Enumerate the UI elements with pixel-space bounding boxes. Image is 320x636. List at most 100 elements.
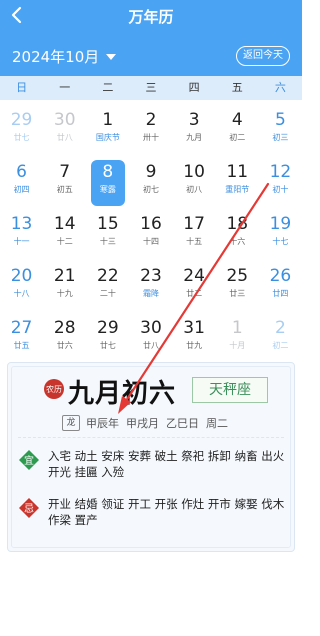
day-number: 22 — [97, 266, 119, 286]
back-to-today-button[interactable]: 返回今天 — [236, 46, 290, 66]
calendar-day[interactable]: 30 廿八 — [129, 312, 172, 364]
day-cell-inner: 15 十三 — [91, 212, 125, 258]
header-bar: 万年历 2024年10月 返回今天 — [0, 0, 302, 76]
day-cell-inner: 18 十六 — [220, 212, 254, 258]
day-number: 15 — [97, 214, 119, 234]
calendar-day[interactable]: 1 国庆节 — [86, 104, 129, 156]
ganzhi-row: 龙 甲辰年 甲戌月 乙巳日 周二 — [62, 415, 235, 431]
page-title: 万年历 — [128, 8, 174, 26]
lunar-day: 十四 — [142, 237, 159, 246]
day-cell-inner: 19 十七 — [263, 212, 297, 258]
calendar-day[interactable]: 2 卅十 — [129, 104, 172, 156]
day-cell-inner: 26 廿四 — [263, 264, 297, 310]
day-cell-inner: 2 卅十 — [134, 108, 168, 154]
day-number: 11 — [226, 162, 249, 182]
calendar-day[interactable]: 21 十九 — [43, 260, 86, 312]
lunar-day: 十八 — [13, 289, 30, 298]
day-number: 30 — [53, 110, 76, 130]
day-number: 8 — [102, 162, 114, 182]
calendar-day[interactable]: 2 初二 — [259, 312, 302, 364]
day-cell-inner: 6 初四 — [5, 160, 39, 206]
day-number: 30 — [140, 318, 162, 338]
calendar-day[interactable]: 3 九月 — [173, 104, 216, 156]
calendar-day[interactable]: 4 初二 — [216, 104, 259, 156]
month-picker[interactable]: 2024年10月 — [12, 46, 117, 67]
lunar-day: 廿二 — [186, 289, 203, 298]
lunar-day: 寒露 — [99, 185, 116, 194]
day-number: 2 — [145, 110, 157, 130]
day-number: 3 — [188, 110, 200, 130]
weekday-header: 日 一 二 三 四 五 六 — [0, 76, 302, 100]
calendar-day[interactable]: 5 初三 — [259, 104, 302, 156]
day-number: 10 — [183, 162, 205, 182]
ji-label: 忌 — [24, 503, 34, 515]
calendar-day[interactable]: 23 霜降 — [129, 260, 172, 312]
day-number: 16 — [140, 214, 162, 234]
lunar-day: 初二 — [229, 133, 246, 142]
calendar-day[interactable]: 24 廿二 — [173, 260, 216, 312]
calendar-day[interactable]: 12 初十 — [259, 156, 302, 208]
day-cell-inner: 13 十一 — [5, 212, 39, 258]
calendar-day[interactable]: 27 廿五 — [0, 312, 43, 364]
calendar-day[interactable]: 1 十月 — [216, 312, 259, 364]
day-number: 1 — [231, 318, 243, 338]
day-cell-inner: 29 廿七 — [91, 316, 125, 362]
calendar-day[interactable]: 14 十二 — [43, 208, 86, 260]
calendar-day[interactable]: 9 初七 — [129, 156, 172, 208]
calendar-day[interactable]: 26 廿四 — [259, 260, 302, 312]
day-cell-inner: 8 寒露 — [90, 160, 125, 206]
calendar-day[interactable]: 25 廿三 — [216, 260, 259, 312]
day-number: 13 — [10, 214, 33, 234]
lunar-day: 廿三 — [229, 289, 246, 298]
day-cell-inner: 31 廿九 — [177, 316, 211, 362]
day-cell-inner: 3 九月 — [177, 108, 211, 154]
lunar-day: 廿八 — [142, 341, 159, 350]
lunar-day: 十三 — [99, 237, 116, 246]
month-ganzhi: 甲戌月 — [126, 417, 159, 430]
weekday-sat: 六 — [274, 81, 286, 94]
calendar-day-selected[interactable]: 8 寒露 — [86, 156, 129, 208]
calendar-day[interactable]: 31 廿九 — [173, 312, 216, 364]
calendar-day[interactable]: 29 廿七 — [86, 312, 129, 364]
calendar-day[interactable]: 30 廿八 — [43, 104, 86, 156]
calendar-week-row: 13 十一 14 十二 15 十三 16 十四 17 十五 18 十六 19 十七 — [0, 208, 302, 260]
calendar-day[interactable]: 13 十一 — [0, 208, 43, 260]
calendar-week-row: 6 初四 7 初五 8 寒露 9 初七 10 初八 11 重阳节 12 初十 — [0, 156, 302, 208]
calendar-day[interactable]: 15 十三 — [86, 208, 129, 260]
day-cell-inner: 29 廿七 — [5, 108, 39, 154]
lunar-day: 初四 — [13, 185, 30, 194]
calendar-day[interactable]: 28 廿六 — [43, 312, 86, 364]
calendar-day[interactable]: 11 重阳节 — [216, 156, 259, 208]
calendar-day[interactable]: 16 十四 — [129, 208, 172, 260]
calendar-day[interactable]: 10 初八 — [173, 156, 216, 208]
day-detail-card: 农历 九月初六 天秤座 龙 甲辰年 甲戌月 乙巳日 周二 宜 入宅 动土 安床 … — [7, 362, 295, 552]
lunar-day: 卅十 — [142, 133, 159, 142]
yi-seal-icon: 宜 — [19, 450, 39, 470]
calendar-day[interactable]: 19 十七 — [259, 208, 302, 260]
weekday-wed: 三 — [145, 81, 157, 94]
calendar-day[interactable]: 7 初五 — [43, 156, 86, 208]
calendar-week-row: 29 廿七 30 廿八 1 国庆节 2 卅十 3 九月 4 初二 5 初三 — [0, 104, 302, 156]
day-cell-inner: 20 十八 — [5, 264, 39, 310]
day-number: 28 — [53, 318, 76, 338]
calendar-day[interactable]: 17 十五 — [173, 208, 216, 260]
lunar-day: 十月 — [229, 341, 246, 350]
calendar-day[interactable]: 6 初四 — [0, 156, 43, 208]
calendar-day[interactable]: 18 十六 — [216, 208, 259, 260]
day-cell-inner: 7 初五 — [48, 160, 82, 206]
day-number: 5 — [274, 110, 286, 130]
calendar-week-row: 27 廿五 28 廿六 29 廿七 30 廿八 31 廿九 1 十月 2 初二 — [0, 312, 302, 364]
day-number: 31 — [183, 318, 205, 338]
calendar-day[interactable]: 29 廿七 — [0, 104, 43, 156]
calendar-day[interactable]: 22 二十 — [86, 260, 129, 312]
lunar-day: 十二 — [56, 237, 73, 246]
calendar-day[interactable]: 20 十八 — [0, 260, 43, 312]
day-cell-inner: 16 十四 — [134, 212, 168, 258]
lunar-day: 初七 — [142, 185, 159, 194]
lunar-day: 国庆节 — [95, 133, 120, 142]
day-number: 6 — [16, 162, 27, 182]
day-cell-inner: 9 初七 — [134, 160, 168, 206]
day-cell-inner: 24 廿二 — [177, 264, 211, 310]
lunar-day: 廿四 — [272, 289, 289, 298]
day-cell-inner: 5 初三 — [263, 108, 297, 154]
